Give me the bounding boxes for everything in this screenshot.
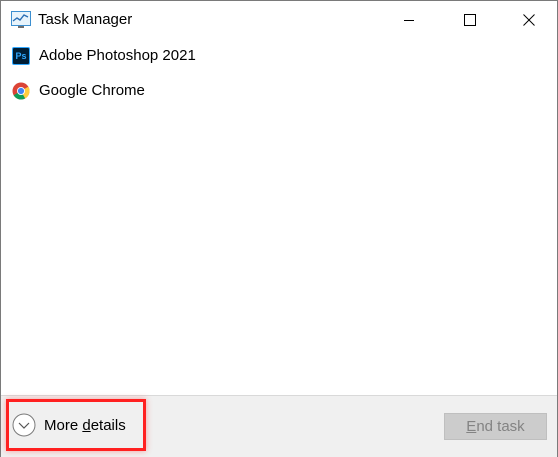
minimize-icon bbox=[404, 20, 414, 21]
chevron-down-icon bbox=[12, 413, 36, 437]
footer-bar: More details End task bbox=[1, 395, 557, 457]
list-item-chrome[interactable]: Google Chrome bbox=[1, 74, 557, 108]
process-name: Google Chrome bbox=[39, 82, 145, 99]
photoshop-icon: Ps bbox=[12, 47, 30, 65]
task-manager-window: Task Manager Ps Adobe Photoshop 2021 Goo… bbox=[0, 0, 558, 457]
end-task-button[interactable]: End task bbox=[444, 413, 547, 440]
title-bar[interactable]: Task Manager bbox=[1, 1, 557, 39]
maximize-button[interactable] bbox=[447, 1, 493, 39]
end-task-label: End task bbox=[466, 418, 525, 435]
chrome-icon bbox=[12, 82, 30, 100]
close-button[interactable] bbox=[506, 1, 552, 39]
window-title: Task Manager bbox=[38, 11, 133, 28]
minimize-button[interactable] bbox=[386, 1, 432, 39]
close-icon bbox=[523, 14, 535, 26]
list-item-photoshop[interactable]: Ps Adobe Photoshop 2021 bbox=[1, 39, 557, 73]
more-details-label: More details bbox=[44, 417, 126, 434]
more-details-button[interactable]: More details bbox=[6, 399, 146, 451]
process-name: Adobe Photoshop 2021 bbox=[39, 47, 196, 64]
maximize-icon bbox=[464, 14, 476, 26]
task-manager-icon bbox=[11, 11, 31, 29]
